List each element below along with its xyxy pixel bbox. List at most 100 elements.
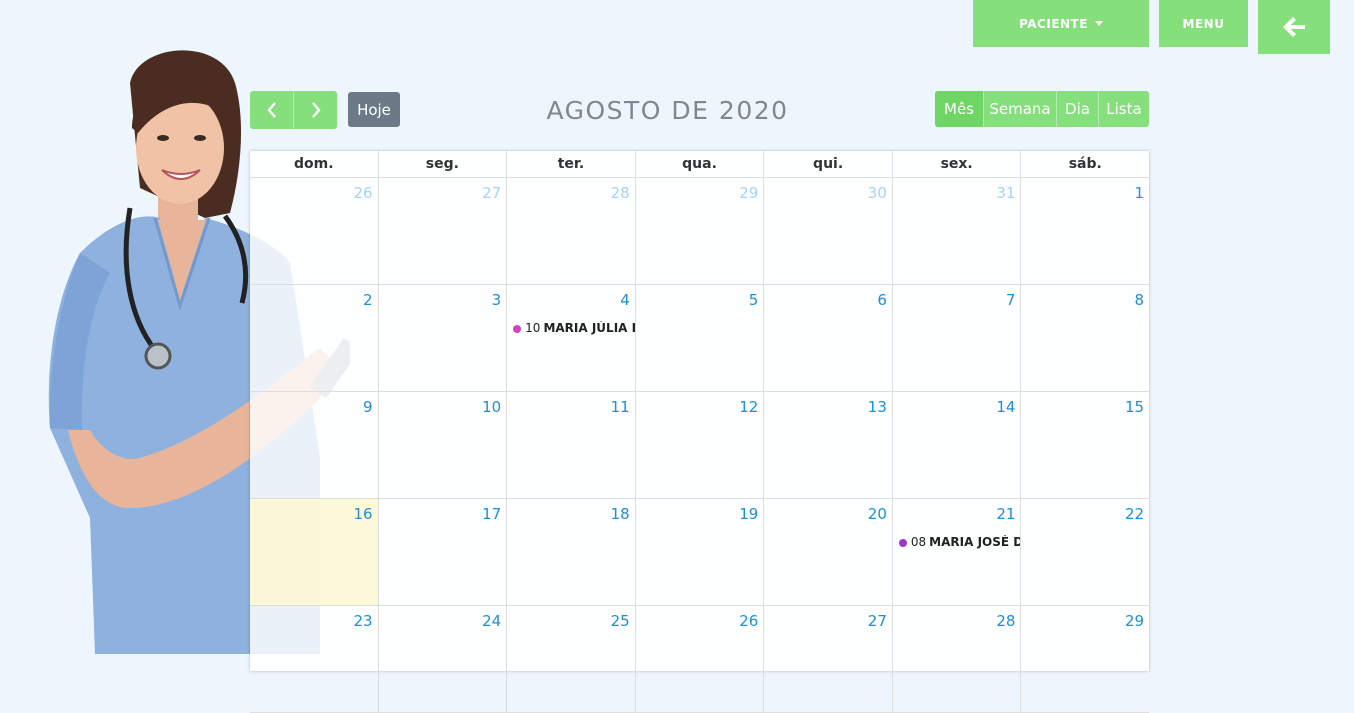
day-cell[interactable]: 20 xyxy=(763,499,892,605)
day-cell[interactable]: 26 xyxy=(634,606,764,712)
day-cell[interactable]: 23 xyxy=(250,606,378,712)
weekday-label: seg. xyxy=(377,151,507,177)
day-number[interactable]: 31 xyxy=(996,184,1015,202)
day-number[interactable]: 21 xyxy=(996,505,1015,523)
chevron-left-icon xyxy=(266,102,276,118)
day-cell[interactable]: 4 10 MARIA JÚLIA D xyxy=(506,285,635,391)
day-cell[interactable]: 28 xyxy=(891,606,1021,712)
weekday-label: sáb. xyxy=(1020,151,1149,177)
day-number[interactable]: 15 xyxy=(1125,398,1144,416)
day-number[interactable]: 2 xyxy=(363,291,373,309)
weekday-label: ter. xyxy=(506,151,635,177)
day-number[interactable]: 14 xyxy=(996,398,1015,416)
view-list-button[interactable]: Lista xyxy=(1098,91,1149,127)
menu-label: MENU xyxy=(1182,16,1225,31)
day-number[interactable]: 10 xyxy=(482,398,501,416)
day-cell[interactable]: 14 xyxy=(891,392,1021,498)
calendar-event[interactable]: 08MARIA JOSÉ DA xyxy=(898,535,1020,555)
day-number[interactable]: 29 xyxy=(739,184,758,202)
day-number[interactable]: 7 xyxy=(1006,291,1016,309)
day-number[interactable]: 25 xyxy=(611,612,630,630)
day-number[interactable]: 13 xyxy=(868,398,887,416)
day-cell[interactable]: 29 xyxy=(1020,606,1149,712)
day-cell[interactable]: 17 xyxy=(377,499,507,605)
day-number[interactable]: 19 xyxy=(739,505,758,523)
day-cell[interactable]: 24 xyxy=(377,606,507,712)
day-cell[interactable]: 1 xyxy=(1020,178,1149,284)
day-number[interactable]: 26 xyxy=(353,184,372,202)
next-month-button[interactable] xyxy=(293,91,337,129)
day-cell[interactable]: 26 xyxy=(250,178,378,284)
day-number[interactable]: 11 xyxy=(611,398,630,416)
day-cell[interactable]: 19 xyxy=(634,499,764,605)
day-cell[interactable]: 2 xyxy=(250,285,378,391)
day-number[interactable]: 17 xyxy=(482,505,501,523)
today-button[interactable]: Hoje xyxy=(348,92,400,127)
day-cell[interactable]: 22 xyxy=(1020,499,1149,605)
day-cell[interactable]: 27 xyxy=(377,178,507,284)
day-number[interactable]: 16 xyxy=(353,505,372,523)
day-cell[interactable]: 27 xyxy=(763,606,892,712)
day-number[interactable]: 23 xyxy=(353,612,372,630)
day-number[interactable]: 9 xyxy=(363,398,373,416)
day-cell[interactable]: 28 xyxy=(506,178,635,284)
week-row: 2 3 4 10 MARIA JÚLIA D 5 6 7 8 xyxy=(250,285,1149,392)
weekday-header: dom. seg. ter. qua. qui. sex. sáb. xyxy=(250,151,1149,178)
day-cell[interactable]: 7 xyxy=(891,285,1021,391)
day-number[interactable]: 3 xyxy=(492,291,502,309)
day-cell[interactable]: 12 xyxy=(634,392,764,498)
prev-month-button[interactable] xyxy=(250,91,293,129)
day-number[interactable]: 26 xyxy=(739,612,758,630)
day-cell[interactable]: 3 xyxy=(377,285,507,391)
arrow-left-icon xyxy=(1283,17,1305,37)
calendar-event[interactable]: 10 MARIA JÚLIA D xyxy=(513,321,635,341)
day-number[interactable]: 12 xyxy=(739,398,758,416)
paciente-dropdown-button[interactable]: PACIENTE xyxy=(973,0,1149,47)
day-cell[interactable]: 6 xyxy=(763,285,892,391)
view-month-button[interactable]: Mês xyxy=(935,91,983,127)
day-number[interactable]: 24 xyxy=(482,612,501,630)
day-number[interactable]: 28 xyxy=(996,612,1015,630)
day-number[interactable]: 28 xyxy=(611,184,630,202)
day-number[interactable]: 22 xyxy=(1125,505,1144,523)
day-cell[interactable]: 15 xyxy=(1020,392,1149,498)
day-cell[interactable]: 18 xyxy=(506,499,635,605)
calendar-title: AGOSTO DE 2020 xyxy=(546,96,789,125)
day-number[interactable]: 27 xyxy=(482,184,501,202)
day-cell[interactable]: 29 xyxy=(634,178,764,284)
day-cell[interactable]: 9 xyxy=(250,392,378,498)
day-cell[interactable]: 21 08MARIA JOSÉ DA xyxy=(891,499,1020,605)
day-number[interactable]: 4 xyxy=(620,291,630,309)
day-cell[interactable]: 13 xyxy=(763,392,892,498)
day-number[interactable]: 5 xyxy=(749,291,759,309)
paciente-label: PACIENTE xyxy=(1019,16,1088,31)
calendar-weeks: 26 27 28 29 30 31 1 2 3 4 10 MARIA JÚLIA D 5 6 7 8 9 10 11… xyxy=(250,178,1149,713)
day-number[interactable]: 6 xyxy=(877,291,887,309)
back-button[interactable] xyxy=(1258,0,1330,54)
day-cell[interactable]: 31 xyxy=(891,178,1021,284)
day-number[interactable]: 29 xyxy=(1125,612,1144,630)
view-day-button[interactable]: Dia xyxy=(1056,91,1098,127)
day-number[interactable]: 18 xyxy=(611,505,630,523)
today-label: Hoje xyxy=(357,100,391,119)
weekday-label: qui. xyxy=(763,151,892,177)
day-number[interactable]: 20 xyxy=(868,505,887,523)
day-number[interactable]: 30 xyxy=(868,184,887,202)
day-number[interactable]: 8 xyxy=(1135,291,1145,309)
day-number[interactable]: 27 xyxy=(868,612,887,630)
day-cell[interactable]: 30 xyxy=(763,178,892,284)
week-row: 9 10 11 12 13 14 15 xyxy=(250,392,1149,499)
day-cell[interactable]: 25 xyxy=(506,606,635,712)
menu-button[interactable]: MENU xyxy=(1159,0,1248,47)
week-row: 23 24 25 26 27 28 29 xyxy=(250,606,1149,713)
view-day-label: Dia xyxy=(1065,100,1090,118)
view-month-label: Mês xyxy=(944,100,974,118)
month-calendar: dom. seg. ter. qua. qui. sex. sáb. 26 27 2… xyxy=(250,151,1149,713)
day-number[interactable]: 1 xyxy=(1135,184,1145,202)
day-cell[interactable]: 8 xyxy=(1020,285,1149,391)
day-cell[interactable]: 5 xyxy=(634,285,764,391)
day-cell-today[interactable]: 16 xyxy=(250,499,378,605)
day-cell[interactable]: 10 xyxy=(377,392,507,498)
view-week-button[interactable]: Semana xyxy=(983,91,1056,127)
day-cell[interactable]: 11 xyxy=(506,392,635,498)
